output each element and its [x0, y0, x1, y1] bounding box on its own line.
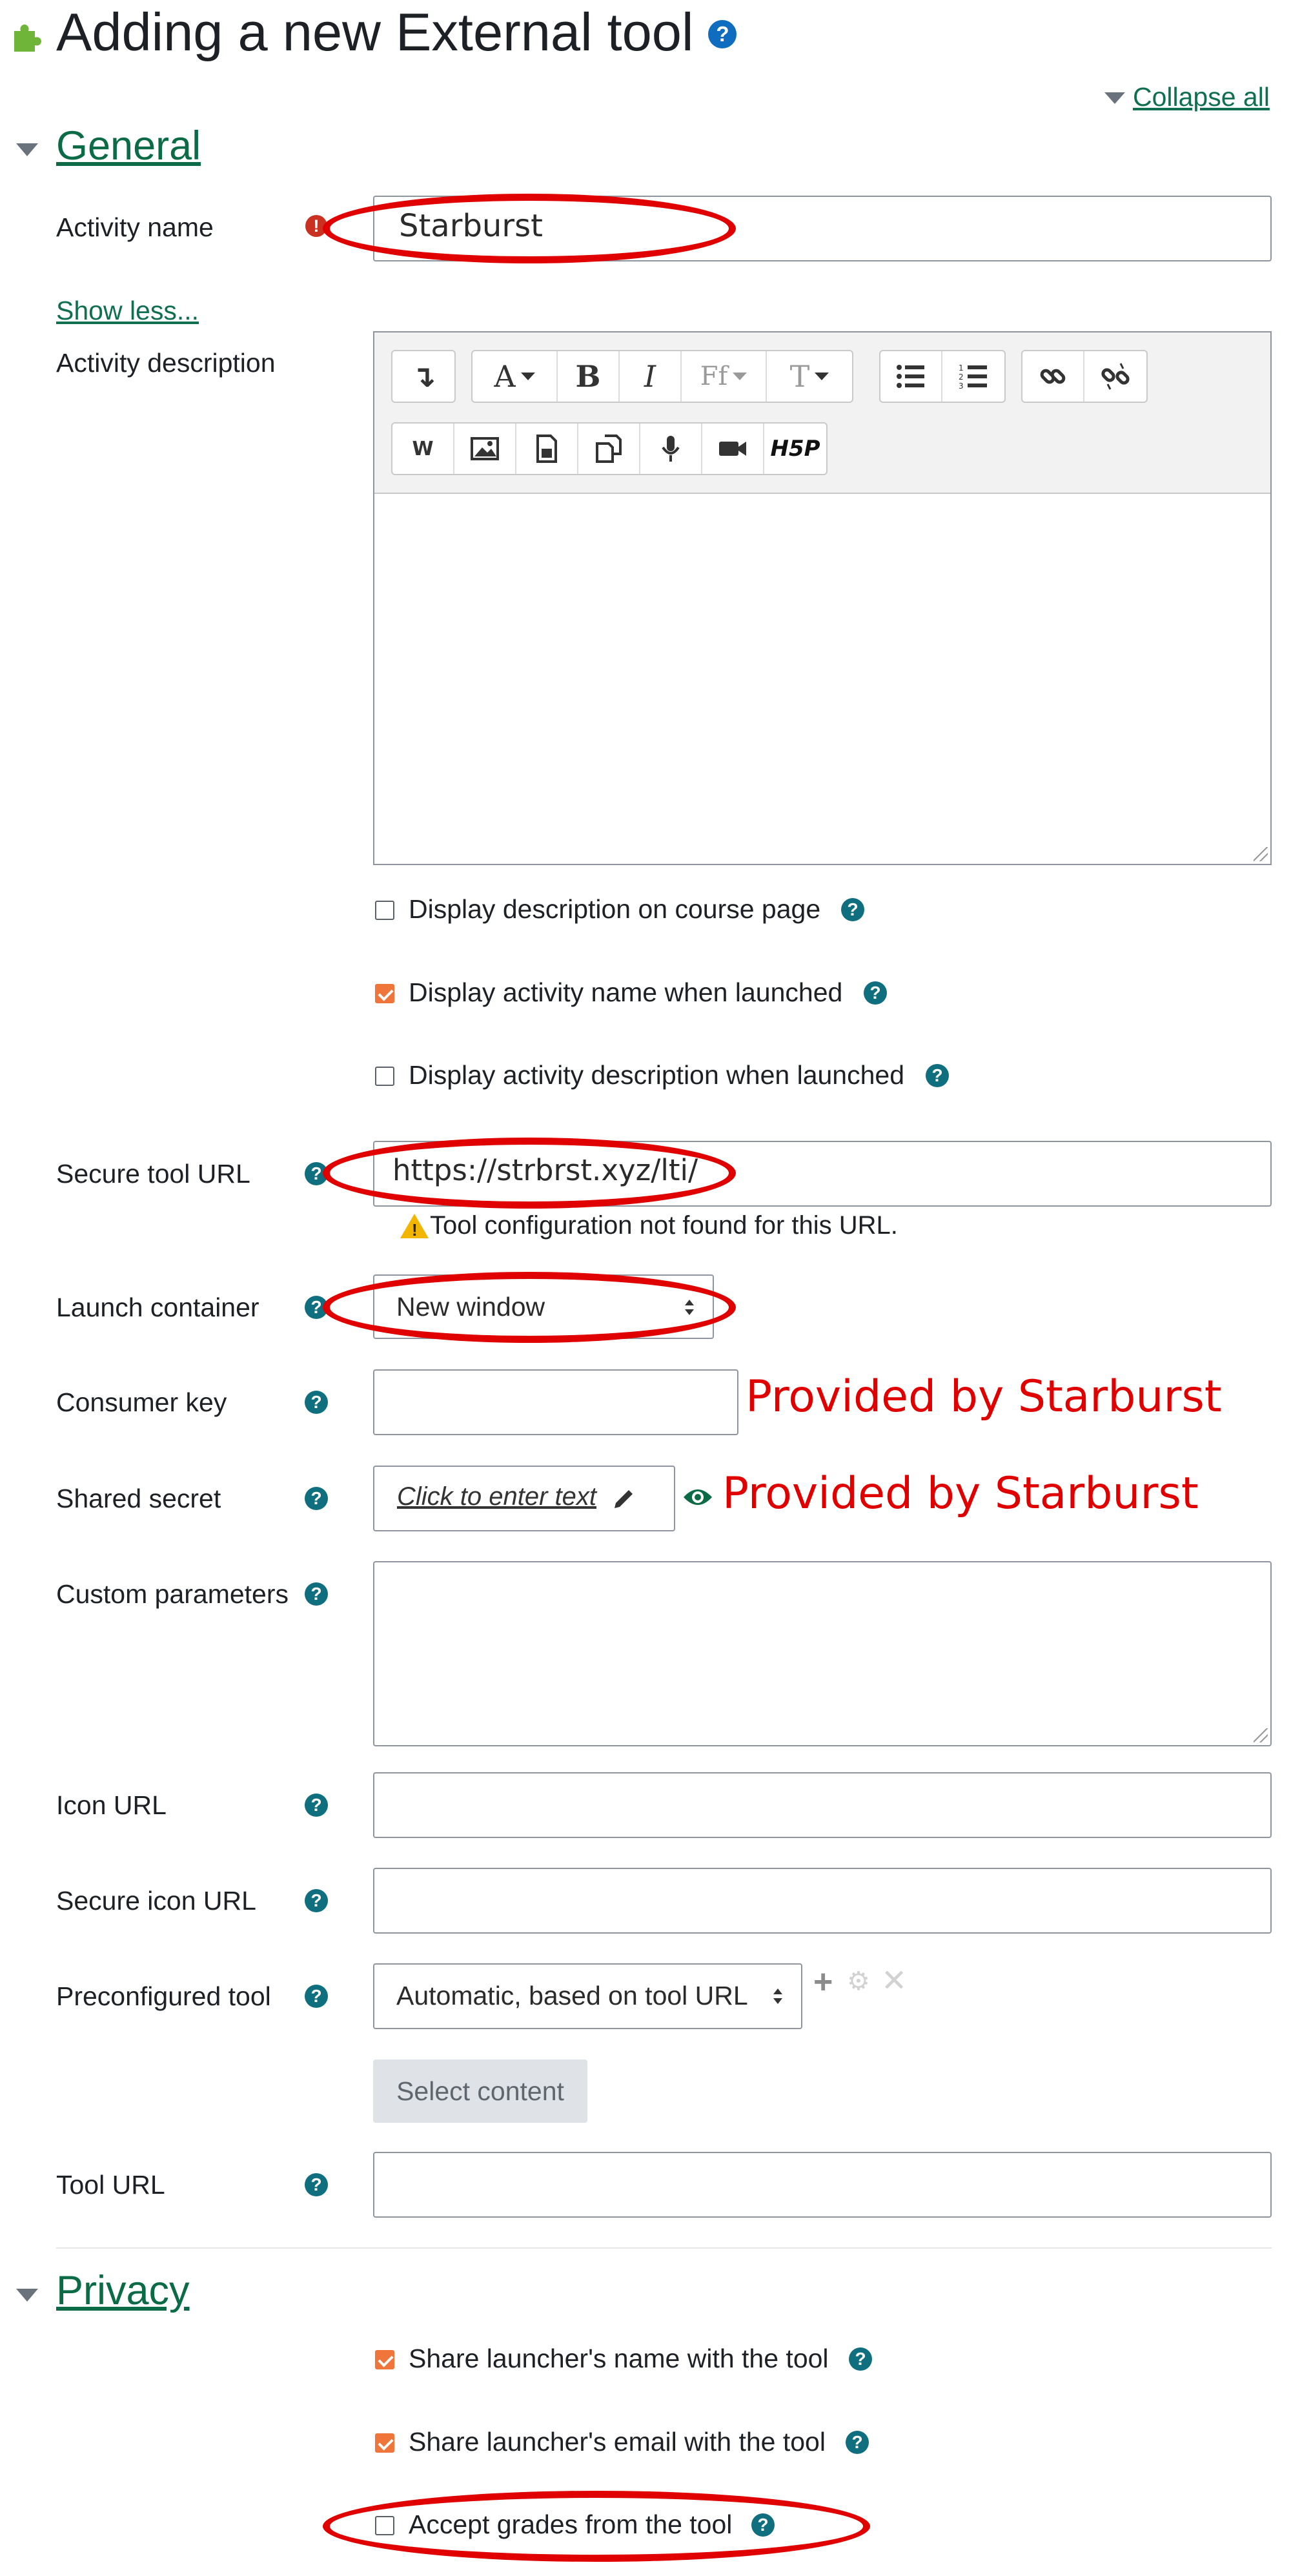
- section-privacy-heading[interactable]: Privacy: [56, 2267, 190, 2314]
- checkbox[interactable]: [375, 984, 394, 1003]
- consumer-key-input[interactable]: [373, 1369, 738, 1435]
- svg-text:2: 2: [959, 373, 964, 382]
- preconfigured-tool-value: Automatic, based on tool URL: [396, 1981, 748, 2010]
- toolbar-group: W H5P: [391, 422, 828, 475]
- chevron-down-icon: [1104, 92, 1125, 104]
- launch-container-label: Launch container: [56, 1293, 259, 1322]
- resize-handle[interactable]: [1254, 847, 1268, 861]
- shared-secret-placeholder[interactable]: Click to enter text: [397, 1482, 596, 1511]
- collapse-all-link[interactable]: Collapse all: [1133, 82, 1270, 112]
- collapse-icon[interactable]: ↴: [392, 351, 454, 402]
- editor-toolbar: ↴ A B I Ff T 123 W H5P: [374, 332, 1270, 494]
- word-paste-icon[interactable]: W: [392, 424, 454, 474]
- font-color-icon[interactable]: A: [473, 351, 558, 402]
- help-icon[interactable]: ?: [305, 1889, 328, 1912]
- custom-parameters-label: Custom parameters: [56, 1579, 289, 1609]
- toolbar-group: [1021, 350, 1148, 403]
- annotation-ellipse: [323, 194, 736, 263]
- add-tool-icon[interactable]: +: [813, 1963, 833, 2001]
- help-icon[interactable]: ?: [305, 1582, 328, 1606]
- help-icon[interactable]: ?: [841, 898, 864, 921]
- help-icon[interactable]: ?: [305, 1391, 328, 1414]
- icon-url-label: Icon URL: [56, 1790, 167, 1820]
- puzzle-piece-icon: [14, 25, 41, 52]
- warning-mark: !: [412, 1220, 418, 1240]
- help-icon[interactable]: ?: [305, 1985, 328, 2008]
- page-title: Adding a new External tool ?: [56, 1, 737, 63]
- toolbar-group: 123: [879, 350, 1006, 403]
- shared-secret-field[interactable]: Click to enter text: [373, 1466, 675, 1531]
- shared-secret-annotation: Provided by Starburst: [722, 1468, 1199, 1519]
- toolbar-group: A B I Ff T: [471, 350, 853, 403]
- chevron-down-icon[interactable]: [16, 143, 38, 156]
- help-icon[interactable]: ?: [846, 2431, 869, 2454]
- tool-url-input[interactable]: [373, 2152, 1272, 2218]
- media-icon[interactable]: [516, 424, 578, 474]
- activity-name-label: Activity name: [56, 212, 214, 242]
- secure-icon-url-label: Secure icon URL: [56, 1886, 256, 1916]
- secure-icon-url-input[interactable]: [373, 1868, 1272, 1934]
- manage-files-icon[interactable]: [578, 424, 640, 474]
- select-content-button[interactable]: Select content: [373, 2060, 587, 2123]
- record-video-icon[interactable]: [702, 424, 764, 474]
- option-label: Display description on course page: [409, 894, 821, 924]
- consumer-key-annotation: Provided by Starburst: [746, 1371, 1222, 1422]
- bold-icon[interactable]: B: [558, 351, 620, 402]
- annotation-ellipse: [323, 2491, 870, 2562]
- activity-description-label: Activity description: [56, 348, 276, 378]
- h5p-text: H5P: [770, 436, 820, 462]
- show-less-link[interactable]: Show less...: [56, 296, 199, 326]
- shared-secret-label: Shared secret: [56, 1484, 221, 1513]
- resize-handle[interactable]: [1254, 1728, 1268, 1743]
- option-label: Display activity name when launched: [409, 977, 843, 1007]
- consumer-key-label: Consumer key: [56, 1387, 227, 1417]
- help-icon[interactable]: ?: [926, 1064, 949, 1087]
- record-audio-icon[interactable]: [640, 424, 702, 474]
- unlink-icon[interactable]: [1084, 351, 1146, 402]
- numbered-list-icon[interactable]: 123: [942, 351, 1004, 402]
- tool-url-label: Tool URL: [56, 2170, 165, 2200]
- image-icon[interactable]: [454, 424, 516, 474]
- preconfigured-tool-select[interactable]: Automatic, based on tool URL: [373, 1963, 802, 2029]
- checkbox[interactable]: [375, 1067, 394, 1086]
- help-icon[interactable]: ?: [305, 1794, 328, 1817]
- pencil-icon: [615, 1490, 633, 1508]
- icon-url-input[interactable]: [373, 1772, 1272, 1838]
- checkbox[interactable]: [375, 2433, 394, 2453]
- toolbar-group: ↴: [391, 350, 456, 403]
- svg-text:1: 1: [959, 363, 964, 373]
- close-icon: ✕: [881, 1964, 908, 1998]
- bullet-list-icon[interactable]: [880, 351, 942, 402]
- custom-parameters-textarea[interactable]: [373, 1561, 1272, 1746]
- activity-description-editor[interactable]: ↴ A B I Ff T 123 W H5P: [373, 331, 1272, 865]
- help-icon[interactable]: ?: [708, 20, 737, 48]
- secure-tool-url-label: Secure tool URL: [56, 1159, 250, 1189]
- help-icon[interactable]: ?: [305, 2173, 328, 2196]
- help-icon[interactable]: ?: [849, 2347, 872, 2371]
- warning-text: Tool configuration not found for this UR…: [430, 1211, 898, 1240]
- help-icon[interactable]: ?: [864, 981, 887, 1005]
- svg-text:3: 3: [959, 382, 964, 389]
- annotation-ellipse: [323, 1138, 736, 1209]
- annotation-ellipse: [323, 1272, 736, 1343]
- h5p-icon[interactable]: H5P: [764, 424, 826, 474]
- eye-icon[interactable]: [682, 1486, 713, 1509]
- option-label: Share launcher's email with the tool: [409, 2427, 826, 2457]
- preconfigured-tool-label: Preconfigured tool: [56, 1981, 271, 2011]
- gear-icon: ⚙: [847, 1967, 870, 1996]
- option-label: Display activity description when launch…: [409, 1060, 905, 1090]
- font-size-icon[interactable]: T: [767, 351, 852, 402]
- link-icon[interactable]: [1022, 351, 1084, 402]
- checkbox[interactable]: [375, 901, 394, 920]
- tool-config-warning: ! Tool configuration not found for this …: [400, 1211, 981, 1243]
- checkbox[interactable]: [375, 2350, 394, 2369]
- chevron-down-icon[interactable]: [16, 2289, 38, 2302]
- option-label: Share launcher's name with the tool: [409, 2344, 829, 2373]
- font-family-icon[interactable]: Ff: [682, 351, 767, 402]
- italic-icon[interactable]: I: [620, 351, 682, 402]
- section-general-heading[interactable]: General: [56, 123, 201, 169]
- section-divider: [56, 2247, 1272, 2249]
- help-icon[interactable]: ?: [305, 1487, 328, 1510]
- select-arrows-icon: [773, 1988, 782, 2004]
